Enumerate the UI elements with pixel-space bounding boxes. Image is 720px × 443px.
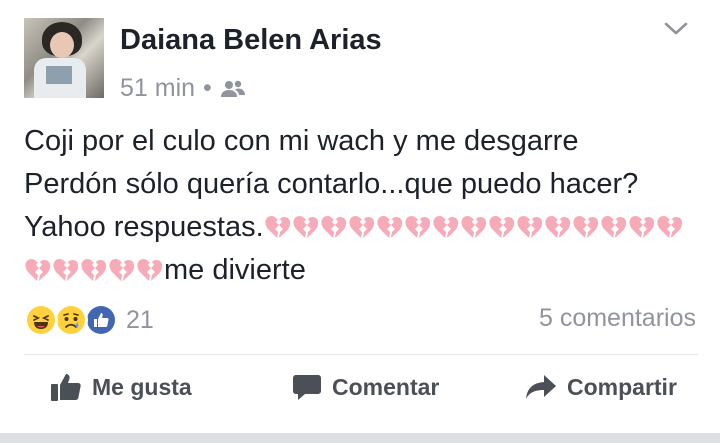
broken-heart-icon <box>293 215 318 238</box>
author-name[interactable]: Daiana Belen Arias <box>120 24 382 57</box>
broken-heart-icon <box>461 215 486 238</box>
reaction-count[interactable]: 21 <box>126 306 154 335</box>
thumbs-up-icon <box>51 374 81 401</box>
broken-heart-icon <box>377 215 402 238</box>
divider <box>24 354 698 355</box>
broken-heart-icon <box>25 258 51 281</box>
sad-reaction-icon <box>54 303 88 337</box>
broken-heart-icon <box>349 215 374 238</box>
post-line-text: me divierte <box>164 254 306 286</box>
post-line: Perdón sólo quería contarlo...que puedo … <box>24 168 639 200</box>
comment-count[interactable]: 5 comentarios <box>539 304 696 333</box>
broken-heart-icon <box>265 215 290 238</box>
friends-icon[interactable] <box>220 79 246 99</box>
like-reaction-icon <box>84 303 118 337</box>
reactions-summary[interactable]: 21 <box>24 303 154 337</box>
chevron-down-icon[interactable] <box>662 18 690 40</box>
broken-heart-icon <box>321 215 346 238</box>
feed-separator <box>0 433 720 443</box>
comment-button[interactable]: Comentar <box>292 372 439 402</box>
broken-heart-icon <box>405 215 430 238</box>
broken-heart-icon <box>629 215 654 238</box>
broken-heart-icon <box>517 215 542 238</box>
post-time[interactable]: 51 min <box>120 74 195 103</box>
comment-icon <box>293 375 321 400</box>
share-arrow-icon <box>526 375 556 399</box>
share-label: Compartir <box>567 373 677 400</box>
post-line: me divierte <box>24 249 704 292</box>
broken-heart-icon <box>657 215 682 238</box>
broken-heart-icon <box>53 258 79 281</box>
comment-label: Comentar <box>332 373 440 400</box>
post-meta: 51 min • <box>120 74 246 103</box>
broken-heart-icon <box>489 215 514 238</box>
like-label: Me gusta <box>92 373 192 400</box>
post-header: Daiana Belen Arias 51 min • <box>24 18 704 102</box>
post-line-text: Yahoo respuestas. <box>24 211 264 243</box>
broken-heart-icon <box>137 258 163 281</box>
like-button[interactable]: Me gusta <box>50 372 192 402</box>
post-body: Coji por el culo con mi wach y me desgar… <box>24 120 704 292</box>
broken-hearts-row <box>264 211 684 243</box>
broken-heart-icon <box>601 215 626 238</box>
post-line: Coji por el culo con mi wach y me desgar… <box>24 125 579 157</box>
broken-heart-icon <box>573 215 598 238</box>
action-bar: Me gusta Comentar Compartir <box>0 372 720 418</box>
share-button[interactable]: Compartir <box>525 372 677 402</box>
broken-hearts-row <box>24 254 164 286</box>
broken-heart-icon <box>81 258 107 281</box>
broken-heart-icon <box>545 215 570 238</box>
broken-heart-icon <box>109 258 135 281</box>
meta-separator: • <box>203 74 212 102</box>
post-line: Yahoo respuestas. <box>24 206 704 249</box>
haha-reaction-icon <box>24 303 58 337</box>
avatar[interactable] <box>24 18 104 98</box>
broken-heart-icon <box>433 215 458 238</box>
